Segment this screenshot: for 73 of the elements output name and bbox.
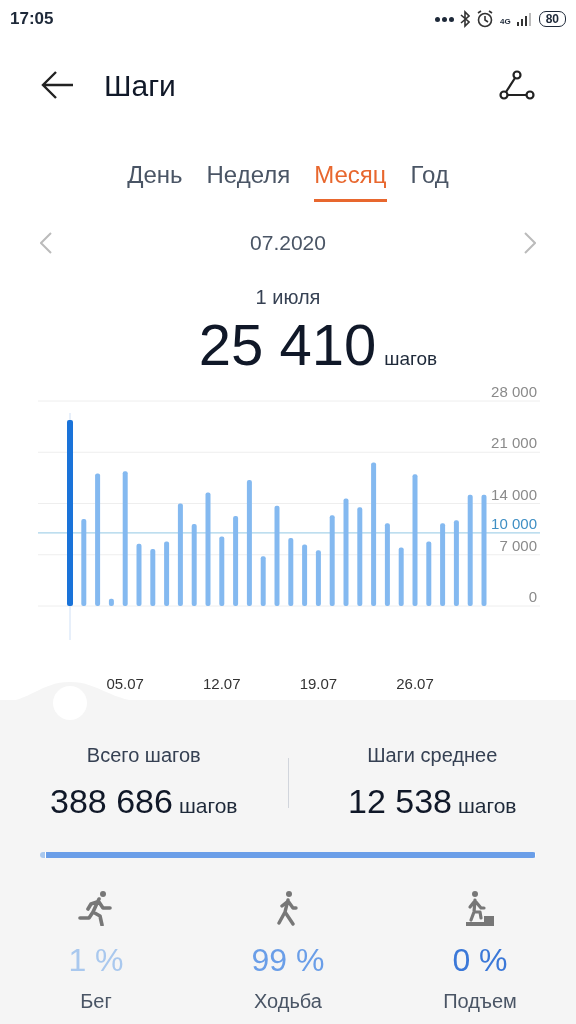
axis-tick-label: 26.07 — [396, 675, 434, 692]
axis-tick-label: 14 000 — [491, 485, 537, 503]
step-bar[interactable] — [315, 550, 321, 606]
step-bar[interactable] — [150, 548, 156, 606]
step-bar[interactable] — [136, 543, 142, 606]
running-person-icon — [78, 890, 114, 926]
axis-tick-label: 7 000 — [499, 536, 537, 554]
bluetooth-icon — [459, 10, 470, 28]
step-bar[interactable] — [122, 471, 128, 606]
step-bar[interactable] — [384, 523, 390, 606]
total-label: Всего шагов — [86, 742, 201, 768]
step-bar[interactable] — [177, 503, 183, 606]
activity-label: Ходьба — [254, 989, 322, 1014]
steps-unit: шагов — [457, 792, 517, 819]
activity-label: Бег — [80, 989, 112, 1014]
period-label: 07.2020 — [250, 230, 326, 257]
step-bar[interactable] — [233, 515, 239, 606]
signal-icon — [516, 12, 533, 26]
step-bar[interactable] — [260, 556, 266, 606]
next-month-button[interactable] — [524, 232, 536, 254]
step-bar[interactable] — [67, 420, 73, 606]
step-bar[interactable] — [274, 505, 280, 606]
total-value: 12 538 — [347, 780, 452, 822]
climbing-stairs-icon — [465, 890, 495, 926]
step-bar[interactable] — [329, 515, 335, 606]
walking-person-icon — [275, 890, 301, 926]
step-bar[interactable] — [371, 462, 377, 606]
axis-tick-label: 12.07 — [203, 675, 241, 692]
period-tab[interactable]: Неделя — [206, 157, 291, 202]
period-tab[interactable]: День — [127, 157, 183, 202]
battery-level: 80 — [538, 11, 566, 27]
axis-tick-label: 0 — [528, 588, 537, 605]
step-bar[interactable] — [398, 547, 404, 606]
step-bar[interactable] — [108, 598, 114, 606]
step-bar[interactable] — [205, 492, 211, 606]
axis-tick-label: 21 000 — [491, 434, 537, 452]
step-bar[interactable] — [426, 541, 432, 606]
step-bar[interactable] — [219, 536, 225, 606]
page-title: Шаги — [104, 67, 176, 104]
step-bar[interactable] — [302, 544, 308, 606]
step-bar[interactable] — [95, 473, 101, 606]
more-dots-icon — [434, 16, 454, 22]
step-bar[interactable] — [412, 474, 418, 606]
activity-label: Подъем — [443, 989, 517, 1014]
steps-unit: шагов — [384, 347, 438, 371]
step-bar[interactable] — [453, 520, 459, 606]
goal-label: 10 000 — [491, 514, 537, 532]
total-value: 388 686 — [50, 780, 173, 822]
axis-tick-label: 28 000 — [491, 383, 537, 400]
total-label: Шаги среднее — [367, 742, 498, 768]
step-bar[interactable] — [440, 523, 446, 606]
step-bar[interactable] — [288, 537, 294, 606]
step-bar[interactable] — [343, 498, 349, 606]
activity-percent: 0 % — [452, 941, 508, 980]
step-bar[interactable] — [81, 518, 87, 606]
step-bar[interactable] — [481, 494, 487, 606]
step-bar[interactable] — [357, 507, 363, 606]
selected-date: 1 июля — [255, 285, 321, 310]
previous-month-button[interactable] — [40, 232, 52, 254]
step-bar[interactable] — [246, 480, 252, 606]
selected-steps: 25 410 — [198, 312, 377, 378]
activity-percent: 1 % — [68, 941, 124, 980]
network-type: 4G — [499, 16, 511, 28]
status-time: 17:05 — [10, 8, 54, 31]
axis-tick-label: 05.07 — [106, 675, 144, 692]
step-bar[interactable] — [164, 541, 170, 606]
alarm-icon — [475, 10, 494, 28]
activity-percent: 99 % — [251, 941, 325, 980]
step-bar[interactable] — [191, 524, 197, 606]
axis-tick-label: 19.07 — [299, 675, 338, 692]
steps-unit: шагов — [178, 792, 238, 819]
step-bar[interactable] — [467, 494, 473, 606]
period-tab[interactable]: Год — [410, 157, 449, 202]
